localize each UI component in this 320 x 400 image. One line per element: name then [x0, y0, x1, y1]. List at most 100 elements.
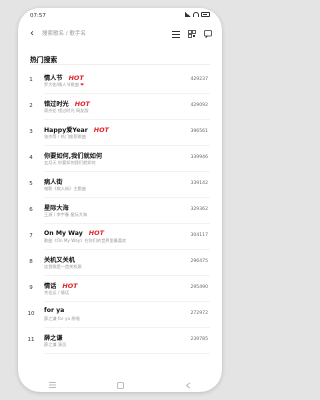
song-title-line: 情人节 HOT	[44, 73, 84, 82]
song-subtitle-line: 五月天 你要如何我们就如何	[44, 160, 96, 166]
song-subtitle-line: 电影《病人街》主题曲	[44, 186, 86, 192]
rank-number: 2	[29, 103, 33, 109]
rank-number: 8	[29, 259, 33, 265]
song-title: 关机又关机	[44, 257, 75, 264]
chat-icon[interactable]	[202, 28, 214, 40]
search-count: 304117	[190, 233, 208, 238]
wifi-icon	[193, 12, 199, 17]
rank-number: 6	[29, 207, 33, 213]
divider	[44, 353, 210, 354]
song-title-line: 关机又关机	[44, 255, 75, 264]
song-subtitle: 余佳运 / 情话	[44, 290, 70, 295]
list-item[interactable]: 6 星际大海 王源 / 李宇春 星际大海 329362	[18, 198, 222, 224]
song-title-line: On My Way HOT	[44, 229, 104, 237]
song-subtitle-line: 这首歌是一首关机歌	[44, 264, 82, 270]
song-title: 错过时光	[44, 101, 69, 108]
search-count: 339946	[190, 155, 208, 160]
back-arrow-icon[interactable]: ‹	[26, 27, 38, 41]
song-title: 情人节	[44, 75, 63, 82]
song-subtitle: 五月天 你要如何我们就如何	[44, 160, 96, 165]
list-item[interactable]: 4 你要如何,我们就如何 五月天 你要如何我们就如何 339946	[18, 146, 222, 172]
search-count: 295490	[190, 285, 208, 290]
song-subtitle-line: 周杰伦 错过时光 网友版	[44, 108, 89, 114]
search-count: 429092	[190, 103, 208, 108]
hot-badge: HOT	[68, 74, 84, 82]
list-item[interactable]: 9 情话 HOT 余佳运 / 情话 295490	[18, 276, 222, 302]
hot-badge: HOT	[93, 126, 109, 134]
list-item[interactable]: 5 病人街 电影《病人街》主题曲 339142	[18, 172, 222, 198]
hot-badge: HOT	[62, 282, 78, 290]
list-item[interactable]: 7 On My Way HOT 歌曲《On My Way》在你们的世界里最喜欢 3041…	[18, 224, 222, 250]
song-title: 星际大海	[44, 205, 69, 212]
song-title: On My Way	[44, 230, 83, 237]
divider	[30, 64, 210, 65]
rank-number: 3	[29, 129, 33, 135]
song-title: 薛之谦	[44, 335, 63, 342]
rank-number: 5	[29, 181, 33, 187]
song-subtitle: 薛之谦 for ya 原唱	[44, 316, 80, 321]
search-count: 272972	[190, 311, 208, 316]
status-time: 07:57	[30, 13, 46, 19]
song-subtitle: 罗大佑/情人节歌曲	[44, 82, 79, 87]
song-subtitle-line: 张杰等 / 热门推荐歌曲	[44, 134, 86, 140]
song-subtitle-line: 余佳运 / 情话	[44, 290, 69, 296]
search-count: 296475	[190, 259, 208, 264]
song-title: 你要如何,我们就如何	[44, 153, 103, 160]
section-title: 热门搜索	[30, 56, 58, 64]
search-count: 239785	[190, 337, 208, 342]
song-subtitle-line: 王源 / 李宇春 星际大海	[44, 212, 87, 218]
back-icon[interactable]	[182, 379, 194, 391]
song-subtitle: 这首歌是一首关机歌	[44, 264, 82, 269]
status-bar: 07:57	[18, 8, 222, 24]
search-input[interactable]	[42, 28, 162, 40]
song-subtitle-line: 罗大佑/情人节歌曲 ❤	[44, 82, 84, 88]
list-item[interactable]: 8 关机又关机 这首歌是一首关机歌 296475	[18, 250, 222, 276]
list-item[interactable]: 10 for ya 薛之谦 for ya 原唱 272972	[18, 302, 222, 328]
search-count: 396561	[190, 129, 208, 134]
menu-icon[interactable]	[46, 379, 58, 391]
song-title: for ya	[44, 307, 65, 314]
navigation-bar	[18, 378, 222, 392]
hot-badge: HOT	[88, 229, 104, 237]
phone-screen: 07:57 ‹ 热门搜索 1情人节HOT罗大佑/情人节歌曲 ❤4292372错过…	[18, 8, 222, 392]
search-bar: ‹	[18, 25, 222, 43]
qr-code-icon[interactable]	[186, 28, 198, 40]
rank-number: 4	[29, 155, 33, 161]
list-item[interactable]: 2 错过时光 HOT 周杰伦 错过时光 网友版 429092	[18, 94, 222, 120]
song-title-line: 情话 HOT	[44, 281, 78, 290]
song-title-line: 薛之谦	[44, 333, 63, 342]
signal-icon	[185, 12, 191, 17]
hot-search-list: 1 情人节 HOT 罗大佑/情人节歌曲 ❤ 429237 2 错过时光 HOT 周杰伦 错过时光…	[18, 68, 222, 354]
search-count: 429237	[190, 77, 208, 82]
song-subtitle-line: 薛之谦 for ya 原唱	[44, 316, 80, 322]
list-icon[interactable]	[170, 28, 182, 40]
heart-icon: ❤	[78, 82, 84, 87]
list-item[interactable]: 3 Happy爱Year HOT 张杰等 / 热门推荐歌曲 396561	[18, 120, 222, 146]
hot-badge: HOT	[74, 100, 90, 108]
song-subtitle: 周杰伦 错过时光 网友版	[44, 108, 89, 113]
song-title-line: 病人街	[44, 177, 63, 186]
song-title: 情话	[44, 283, 57, 290]
status-icons	[185, 12, 210, 17]
song-subtitle: 歌曲《On My Way》在你们的世界里最喜欢	[44, 238, 127, 243]
rank-number: 11	[27, 337, 35, 343]
search-count: 339142	[190, 181, 208, 186]
song-subtitle: 张杰等 / 热门推荐歌曲	[44, 134, 86, 139]
list-item[interactable]: 1 情人节 HOT 罗大佑/情人节歌曲 ❤ 429237	[18, 68, 222, 94]
song-subtitle: 王源 / 李宇春 星际大海	[44, 212, 88, 217]
battery-icon	[201, 12, 210, 17]
song-title: 病人街	[44, 179, 63, 186]
song-title-line: for ya	[44, 307, 64, 314]
rank-number: 7	[29, 233, 33, 239]
song-title: Happy爱Year	[44, 127, 88, 134]
search-count: 329362	[190, 207, 208, 212]
song-title-line: 错过时光 HOT	[44, 99, 90, 108]
home-icon[interactable]	[114, 379, 126, 391]
song-subtitle-line: 歌曲《On My Way》在你们的世界里最喜欢	[44, 238, 126, 244]
song-title-line: 星际大海	[44, 203, 69, 212]
toolbar-icons	[170, 28, 214, 40]
list-item[interactable]: 11 薛之谦 薛之谦 演员 239785	[18, 328, 222, 354]
song-subtitle-line: 薛之谦 演员	[44, 342, 66, 348]
song-title-line: Happy爱Year HOT	[44, 125, 109, 134]
song-subtitle: 电影《病人街》主题曲	[44, 186, 86, 191]
